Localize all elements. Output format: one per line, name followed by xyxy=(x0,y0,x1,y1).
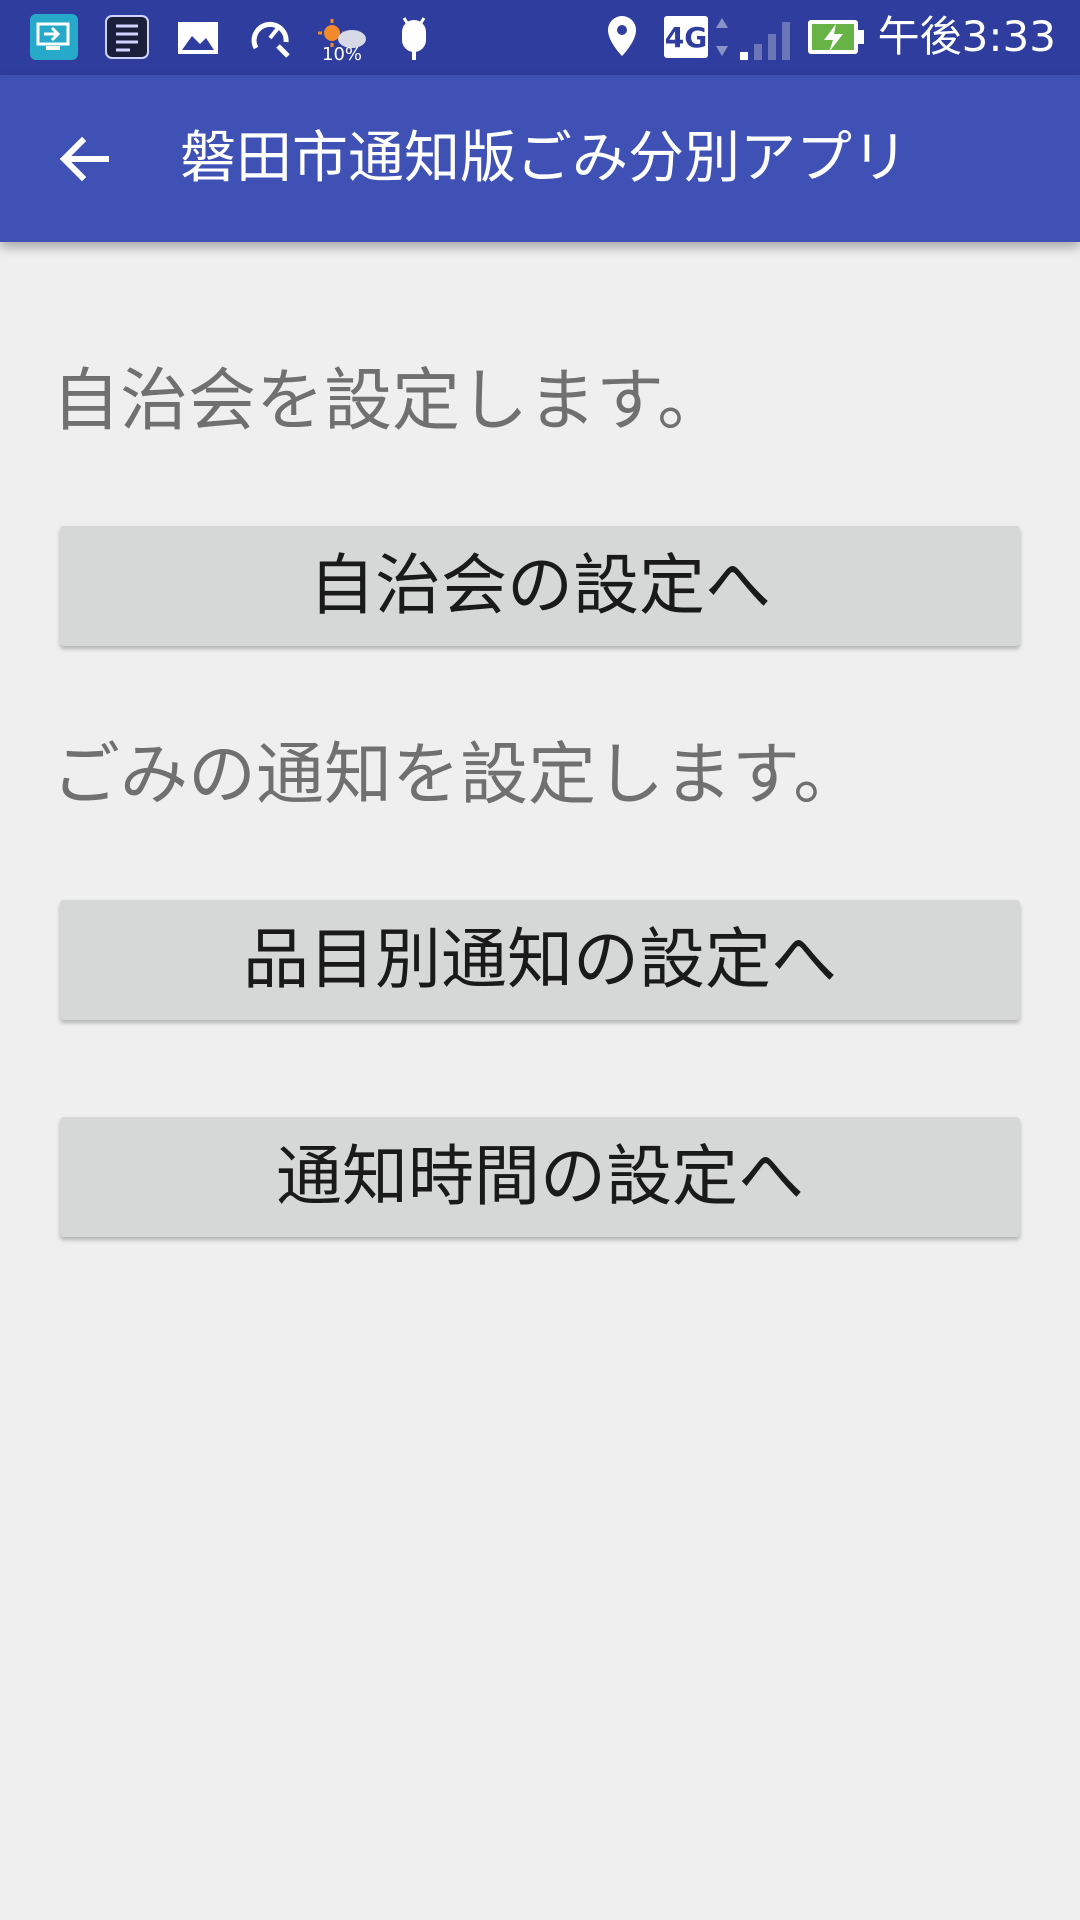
neighborhood-section-text: 自治会を設定します。 xyxy=(52,362,726,441)
weather-percent: 10% xyxy=(322,44,363,65)
app-bar: 磐田市通知版ごみ分別アプリ xyxy=(0,75,1080,242)
neighborhood-settings-button[interactable]: 自治会の設定へ xyxy=(60,526,1020,646)
network-label: 4G xyxy=(664,20,708,54)
network-4g-icon: 4G xyxy=(664,16,708,58)
speed-tool-icon xyxy=(251,21,290,58)
task-list-icon xyxy=(105,15,149,59)
notification-section-text: ごみの通知を設定します。 xyxy=(52,736,862,815)
image-icon xyxy=(178,22,218,54)
battery-charging-icon xyxy=(808,20,864,54)
back-button[interactable] xyxy=(40,115,128,203)
notification-time-settings-button[interactable]: 通知時間の設定へ xyxy=(60,1117,1020,1237)
app-screen: 10% 4G 午後3:33 磐田市通知版ごみ分別アプリ 自治会を設定します。 自… xyxy=(0,0,1080,1920)
location-icon xyxy=(608,16,636,56)
arrow-back-icon xyxy=(59,136,109,182)
status-bar: 10% 4G 午後3:33 xyxy=(0,0,1080,75)
status-time: 午後3:33 xyxy=(877,12,1056,61)
item-notification-settings-button[interactable]: 品目別通知の設定へ xyxy=(60,900,1020,1020)
page-title: 磐田市通知版ごみ分別アプリ xyxy=(180,126,908,191)
screen-mirror-icon xyxy=(30,14,78,60)
signal-icon xyxy=(740,22,790,60)
data-arrows-icon xyxy=(716,18,728,56)
android-icon xyxy=(402,17,426,60)
